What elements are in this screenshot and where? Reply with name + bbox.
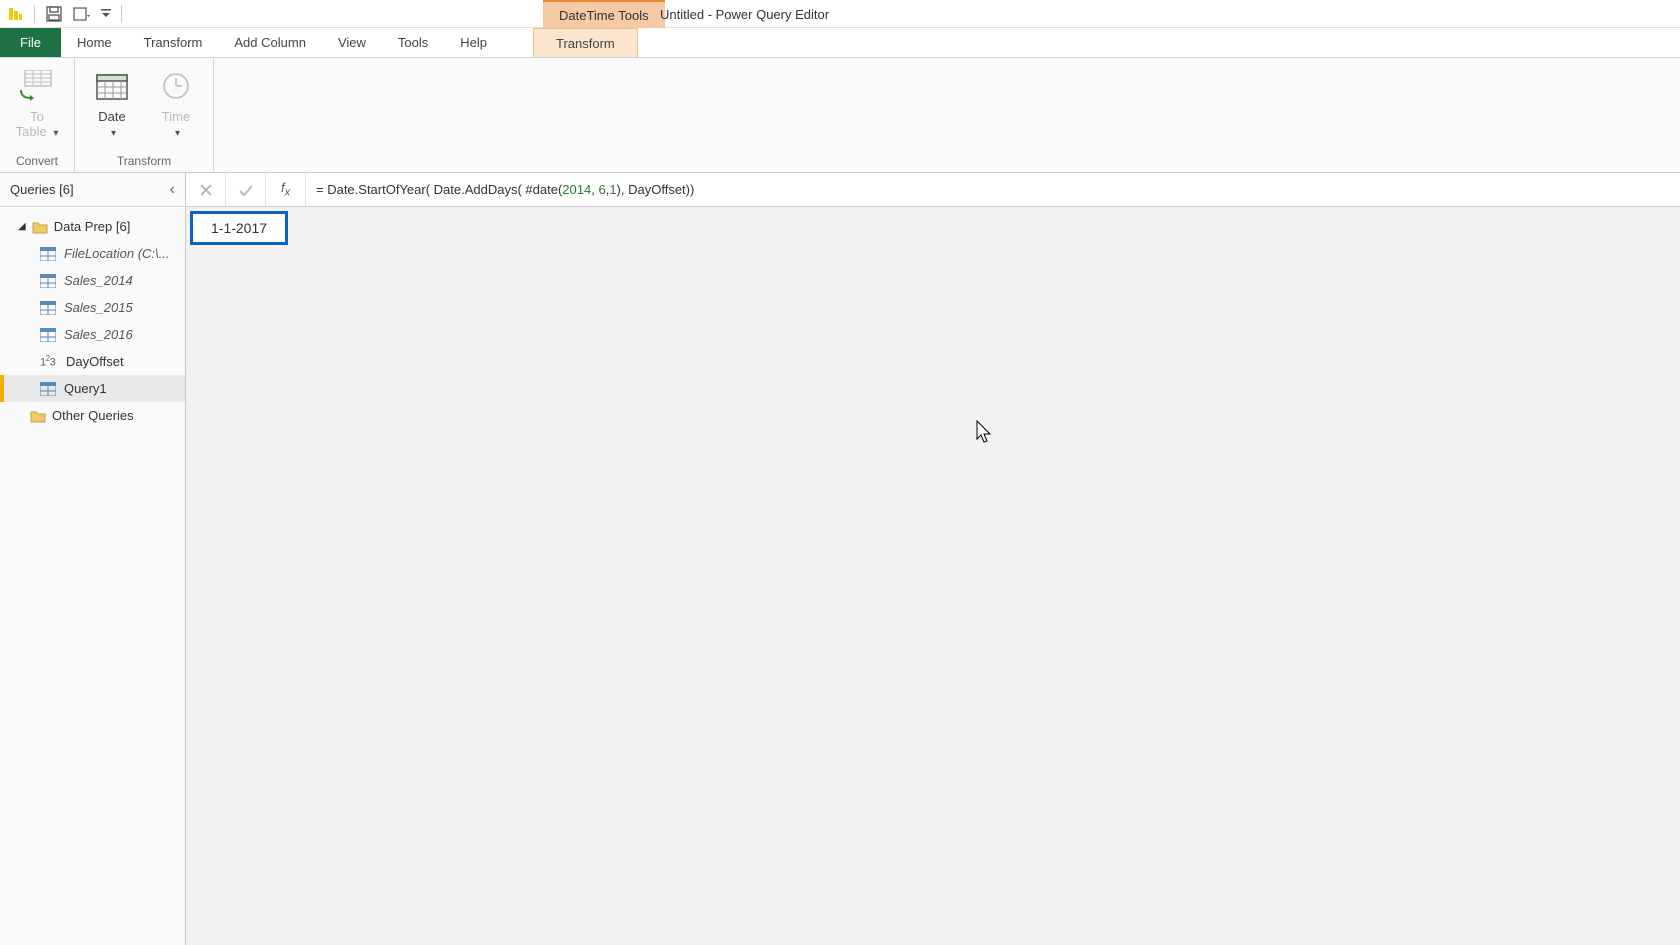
query-item-label: Sales_2015 [64, 300, 133, 315]
tab-transform[interactable]: Transform [128, 28, 219, 57]
table-icon [40, 328, 56, 342]
tab-view[interactable]: View [322, 28, 382, 57]
formula-bar: fx = Date.StartOfYear( Date.AddDays( #da… [186, 173, 1680, 207]
tab-home[interactable]: Home [61, 28, 128, 57]
queries-header-label: Queries [6] [10, 182, 74, 197]
cancel-formula-button[interactable] [186, 173, 226, 206]
fx-icon: fx [281, 180, 290, 199]
table-icon [40, 274, 56, 288]
qat-divider [34, 5, 35, 23]
chevron-down-icon [50, 124, 58, 139]
formula-num-1: 2014 [562, 182, 591, 197]
tab-context-transform[interactable]: Transform [533, 28, 638, 57]
fx-button[interactable]: fx [266, 173, 306, 206]
formula-text-prefix: = Date.StartOfYear( Date.AddDays( #date( [316, 182, 562, 197]
to-table-label: To Table [16, 109, 47, 139]
document-title: Untitled - Power Query Editor [660, 0, 829, 28]
tab-help[interactable]: Help [444, 28, 503, 57]
queries-group-other[interactable]: Other Queries [0, 402, 185, 429]
query-item-sales-2014[interactable]: Sales_2014 [0, 267, 185, 294]
content-area: fx = Date.StartOfYear( Date.AddDays( #da… [186, 173, 1680, 945]
clock-icon [156, 66, 196, 106]
query-item-dayoffset[interactable]: 123 DayOffset [0, 348, 185, 375]
query-item-label: DayOffset [66, 354, 124, 369]
folder-icon [32, 220, 48, 234]
time-button[interactable]: Time [149, 62, 203, 140]
formula-sep-1: , [591, 182, 598, 197]
expand-triangle-icon: ◢ [18, 221, 26, 232]
formula-num-3: 1 [609, 182, 616, 197]
title-bar: DateTime Tools Untitled - Power Query Ed… [0, 0, 1680, 28]
queries-header[interactable]: Queries [6] ‹ [0, 173, 185, 207]
folder-icon [30, 409, 46, 423]
tab-file[interactable]: File [0, 28, 61, 57]
qat-divider-2 [121, 5, 122, 23]
query-item-sales-2016[interactable]: Sales_2016 [0, 321, 185, 348]
chevron-down-icon [108, 124, 116, 139]
result-area: 1-1-2017 [186, 207, 1680, 945]
query-item-label: Sales_2014 [64, 273, 133, 288]
quick-access-toolbar [0, 3, 124, 25]
formula-input[interactable]: = Date.StartOfYear( Date.AddDays( #date(… [306, 182, 1680, 197]
table-icon [40, 382, 56, 396]
queries-list: ◢ Data Prep [6] FileLocation (C:\... Sal… [0, 207, 185, 429]
app-icon [4, 3, 26, 25]
table-icon [40, 247, 56, 261]
calendar-icon [92, 66, 132, 106]
query-item-label: FileLocation (C:\... [64, 246, 170, 261]
ribbon-group-transform-label: Transform [117, 152, 171, 170]
contextual-tool-label: DateTime Tools [543, 0, 665, 28]
time-label: Time [162, 109, 190, 124]
mouse-cursor-icon [976, 420, 994, 444]
save-button[interactable] [43, 3, 65, 25]
table-icon [40, 301, 56, 315]
date-button[interactable]: Date [85, 62, 139, 140]
date-label: Date [98, 109, 125, 124]
query-item-sales-2015[interactable]: Sales_2015 [0, 294, 185, 321]
tab-tools[interactable]: Tools [382, 28, 444, 57]
query-item-label: Sales_2016 [64, 327, 133, 342]
to-table-button[interactable]: To Table [10, 62, 64, 140]
confirm-formula-button[interactable] [226, 173, 266, 206]
tab-add-column[interactable]: Add Column [218, 28, 322, 57]
to-table-icon [17, 66, 57, 106]
query-item-label: Query1 [64, 381, 107, 396]
queries-group-label: Data Prep [6] [54, 219, 131, 234]
ribbon-group-transform: Date Time Transform [75, 58, 214, 172]
formula-text-suffix: ), DayOffset)) [617, 182, 695, 197]
chevron-down-icon [172, 124, 180, 139]
formula-num-2: 6 [598, 182, 605, 197]
queries-group-label: Other Queries [52, 408, 134, 423]
qat-customize[interactable] [99, 3, 113, 25]
queries-pane: Queries [6] ‹ ◢ Data Prep [6] FileLocati… [0, 173, 186, 945]
query-item-query1[interactable]: Query1 [0, 375, 185, 402]
collapse-chevron-icon[interactable]: ‹ [170, 181, 175, 199]
query-item-filelocation[interactable]: FileLocation (C:\... [0, 240, 185, 267]
result-cell[interactable]: 1-1-2017 [190, 211, 288, 245]
ribbon-tabs: File Home Transform Add Column View Tool… [0, 28, 1680, 58]
main-area: Queries [6] ‹ ◢ Data Prep [6] FileLocati… [0, 173, 1680, 945]
undo-dropdown[interactable] [71, 3, 93, 25]
queries-group-data-prep[interactable]: ◢ Data Prep [6] [0, 213, 185, 240]
ribbon-group-convert-label: Convert [16, 152, 58, 170]
ribbon-group-convert: To Table Convert [0, 58, 75, 172]
number-icon: 123 [40, 354, 58, 369]
ribbon-body: To Table Convert Date [0, 58, 1680, 173]
